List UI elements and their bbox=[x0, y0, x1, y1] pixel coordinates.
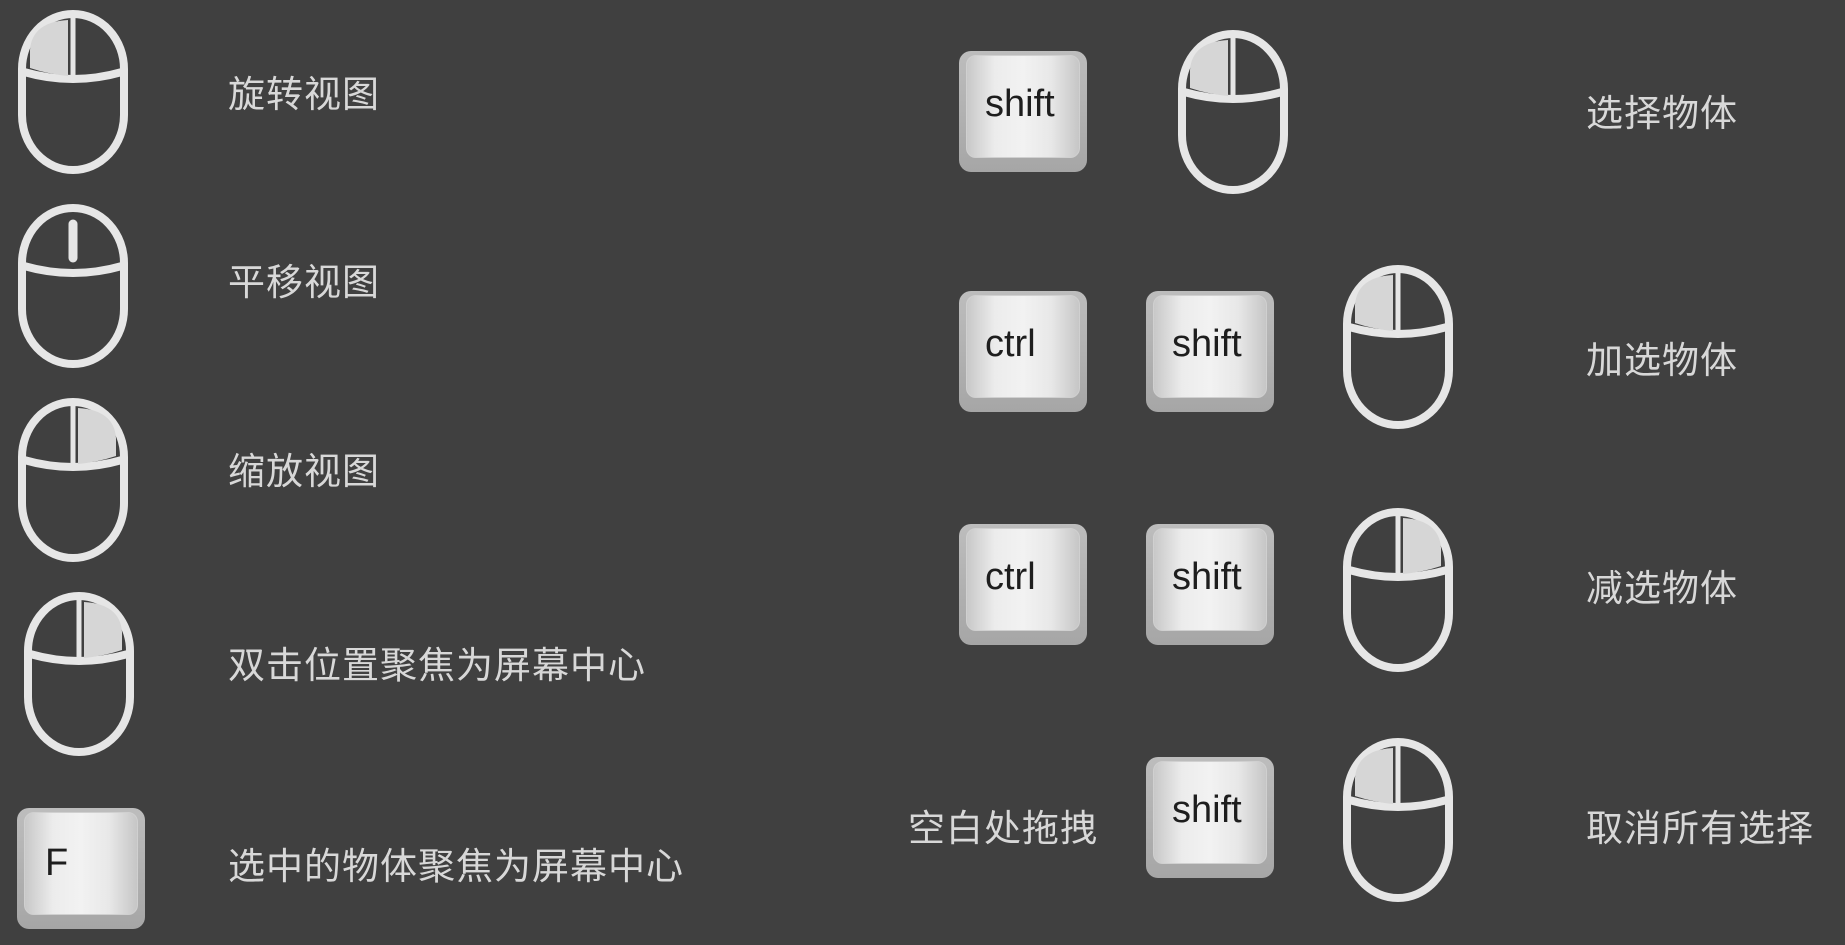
shortcut-prefix-label: 空白处拖拽 bbox=[908, 807, 1098, 850]
key-label: ctrl bbox=[985, 323, 1036, 365]
mouse-left-button-icon bbox=[1178, 30, 1288, 194]
ctrl-key-icon: ctrl bbox=[959, 524, 1087, 645]
shortcut-label: 缩放视图 bbox=[228, 450, 380, 493]
shortcut-label: 选择物体 bbox=[1586, 92, 1738, 135]
key-label: F bbox=[45, 842, 69, 884]
key-label: shift bbox=[1172, 323, 1242, 365]
key-label: shift bbox=[985, 83, 1055, 125]
shortcut-label: 平移视图 bbox=[228, 261, 380, 304]
mouse-right-button-icon bbox=[24, 592, 134, 756]
shift-key-icon: shift bbox=[1146, 291, 1274, 412]
mouse-wheel-icon bbox=[18, 204, 128, 368]
ctrl-key-icon: ctrl bbox=[959, 291, 1087, 412]
shift-key-icon: shift bbox=[959, 51, 1087, 172]
shift-key-icon: shift bbox=[1146, 524, 1274, 645]
mouse-left-button-icon bbox=[1343, 738, 1453, 902]
shift-key-icon: shift bbox=[1146, 757, 1274, 878]
shortcut-label: 旋转视图 bbox=[228, 73, 380, 116]
shortcut-label: 选中的物体聚焦为屏幕中心 bbox=[228, 845, 684, 888]
shortcut-label: 加选物体 bbox=[1586, 339, 1738, 382]
key-label: ctrl bbox=[985, 556, 1036, 598]
key-label: shift bbox=[1172, 556, 1242, 598]
key-label: shift bbox=[1172, 789, 1242, 831]
mouse-left-button-icon bbox=[18, 10, 128, 174]
mouse-left-button-icon bbox=[1343, 265, 1453, 429]
shortcut-label: 双击位置聚焦为屏幕中心 bbox=[228, 644, 646, 687]
mouse-right-button-icon bbox=[18, 398, 128, 562]
shortcut-label: 取消所有选择 bbox=[1586, 807, 1814, 850]
mouse-right-button-icon bbox=[1343, 508, 1453, 672]
shortcut-label: 减选物体 bbox=[1586, 567, 1738, 610]
key-f-icon: F bbox=[17, 808, 145, 929]
